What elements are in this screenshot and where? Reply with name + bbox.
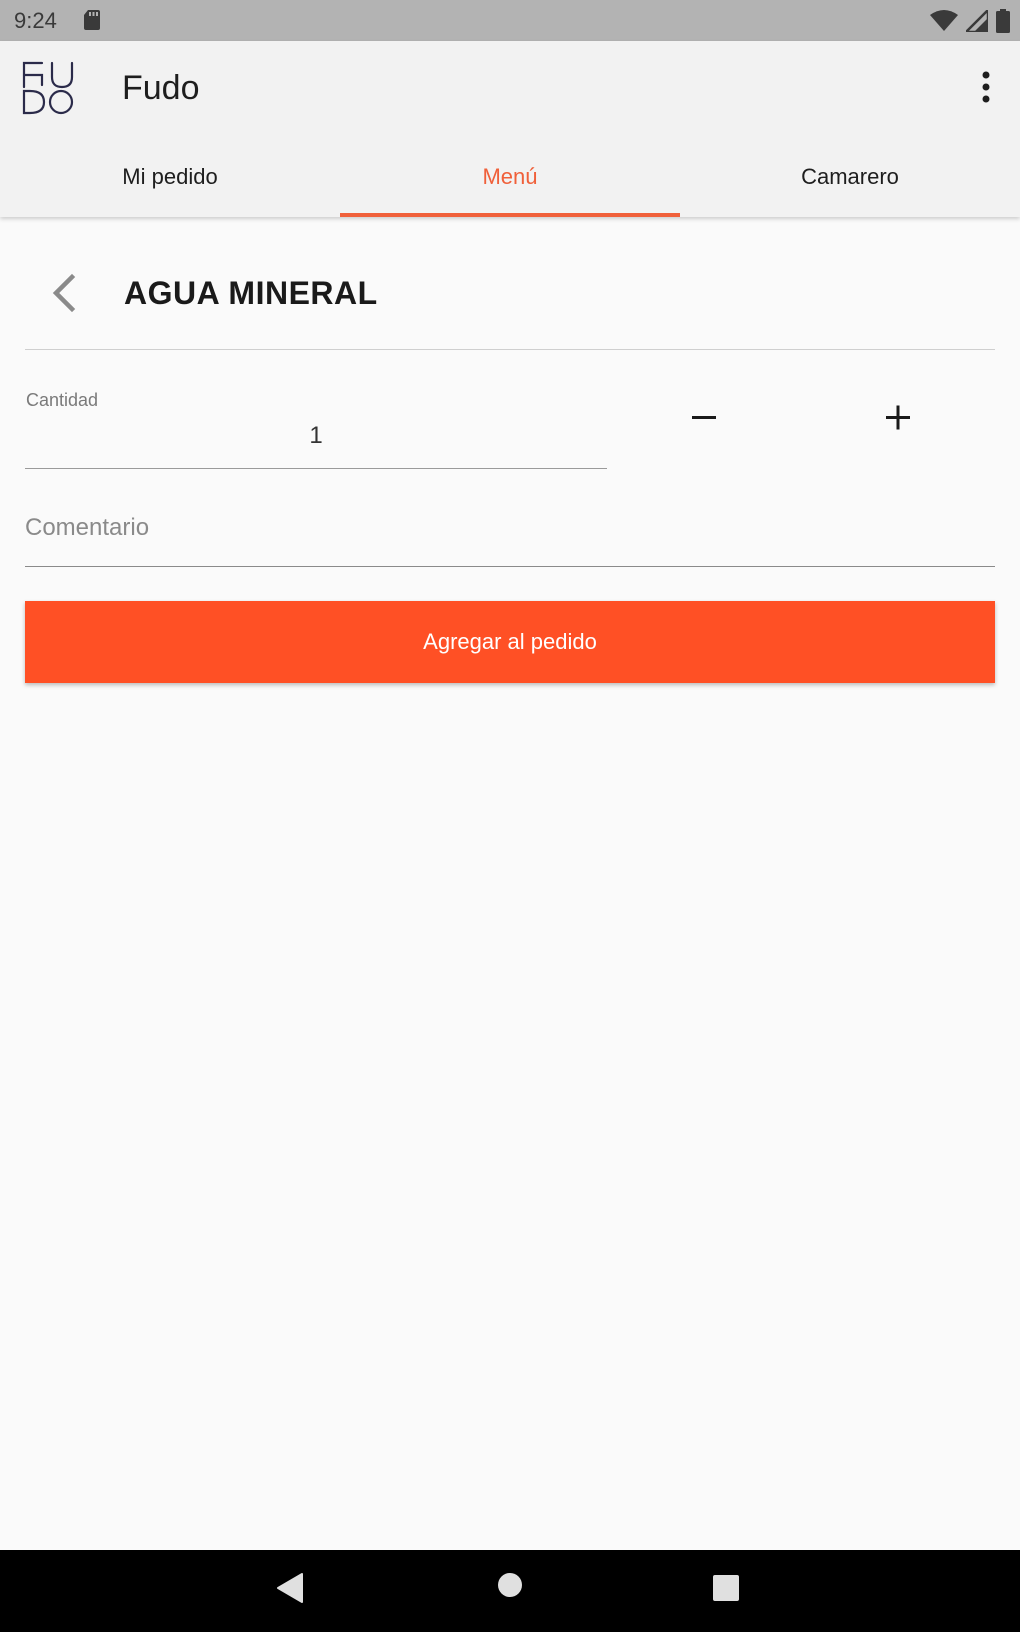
status-time: 9:24 <box>14 8 57 33</box>
system-nav-bar <box>0 1550 1020 1632</box>
increment-button[interactable] <box>864 384 932 452</box>
nav-back-icon[interactable] <box>276 1572 304 1609</box>
quantity-value[interactable]: 1 <box>25 422 607 450</box>
chevron-left-icon[interactable] <box>50 273 78 313</box>
tab-mi-pedido[interactable]: Mi pedido <box>0 137 340 217</box>
tab-menu[interactable]: Menú <box>340 137 680 217</box>
tab-camarero[interactable]: Camarero <box>680 137 1020 217</box>
quantity-field[interactable]: Cantidad 1 <box>25 384 607 469</box>
sd-card-icon <box>84 10 100 35</box>
decrement-button[interactable] <box>670 384 738 452</box>
comment-field <box>25 490 995 567</box>
fudo-logo <box>20 59 76 117</box>
quantity-label: Cantidad <box>26 390 99 410</box>
add-to-order-button[interactable]: Agregar al pedido <box>25 601 995 683</box>
plus-icon <box>886 405 910 430</box>
battery-icon <box>996 9 1010 38</box>
minus-icon <box>692 416 716 419</box>
app-title: Fudo <box>122 69 200 107</box>
header-divider <box>25 349 995 350</box>
comment-input[interactable] <box>25 490 995 566</box>
signal-icon <box>962 6 990 37</box>
status-bar: 9:24 <box>0 0 1020 41</box>
status-icons <box>930 6 1010 38</box>
nav-home-icon[interactable] <box>497 1572 523 1603</box>
nav-recents-icon[interactable] <box>713 1575 739 1606</box>
wifi-icon <box>930 10 958 37</box>
item-title: AGUA MINERAL <box>124 275 378 311</box>
more-vert-icon[interactable] <box>980 71 992 103</box>
tab-bar: Mi pedido Menú Camarero <box>0 137 1020 217</box>
app-bar: Fudo Mi pedido Menú Camarero <box>0 41 1020 217</box>
item-header: AGUA MINERAL <box>0 217 1020 350</box>
